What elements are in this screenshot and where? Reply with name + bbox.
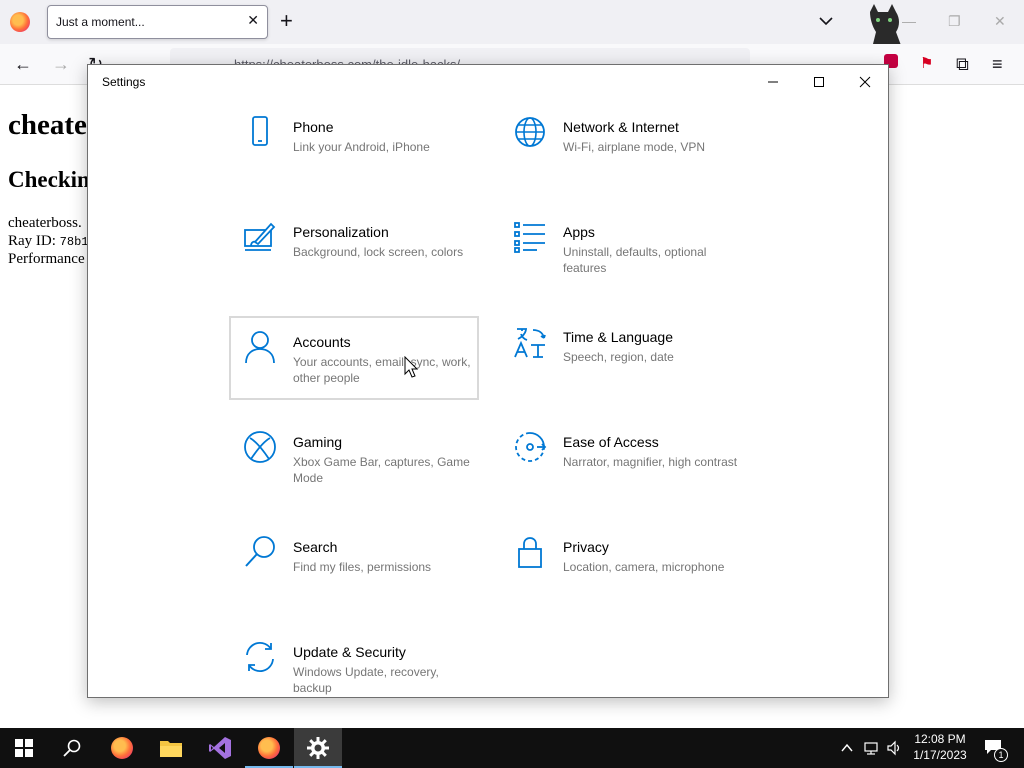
back-arrow-icon[interactable]: ← (14, 54, 32, 74)
tile-title: Search (293, 539, 338, 555)
system-clock[interactable]: 12:08 PM 1/17/2023 (908, 731, 972, 763)
ease-of-access-icon (515, 432, 547, 462)
tile-title: Network & Internet (563, 119, 679, 135)
tile-title: Personalization (293, 224, 389, 240)
taskbar-search-button[interactable] (48, 728, 96, 768)
page-line-ray-id: Ray ID: 78b1 (8, 233, 88, 250)
new-tab-button[interactable]: + (280, 9, 293, 33)
tile-time-language[interactable]: Time & Language Speech, region, date (499, 321, 749, 405)
taskbar-firefox-window[interactable] (245, 728, 293, 768)
minimize-button[interactable] (750, 65, 796, 99)
mouse-cursor-icon (404, 356, 418, 378)
settings-window: Settings Phone Link your Android, iPhone… (87, 64, 889, 698)
tile-title: Apps (563, 224, 595, 240)
tile-title: Ease of Access (563, 434, 659, 450)
settings-titlebar[interactable]: Settings (88, 65, 888, 99)
extension-red-icon[interactable]: ⚑ (920, 54, 933, 74)
start-button[interactable] (0, 728, 48, 768)
taskbar-settings[interactable] (294, 728, 342, 768)
tile-description: Speech, region, date (563, 350, 674, 364)
tile-description: Narrator, magnifier, high contrast (563, 455, 738, 469)
tile-update-security[interactable]: Update & Security Windows Update, recove… (229, 636, 479, 697)
page-line-performance: Performance (8, 251, 85, 267)
tab-strip: Just a moment... ✕ + — ❐ ✕ (0, 0, 1024, 68)
apps-list-icon (514, 222, 545, 253)
tile-ease-of-access[interactable]: Ease of Access Narrator, magnifier, high… (499, 426, 749, 510)
page-subheading: Checkin (8, 167, 90, 192)
tile-network-internet[interactable]: Network & Internet Wi-Fi, airplane mode,… (499, 111, 749, 195)
tile-title: Time & Language (563, 329, 673, 345)
tile-description: Windows Update, recovery, backup (293, 665, 439, 695)
menu-hamburger-icon[interactable]: ≡ (992, 54, 1003, 74)
tile-title: Privacy (563, 539, 609, 555)
tile-apps[interactable]: Apps Uninstall, defaults, optional featu… (499, 216, 749, 300)
tile-description: Uninstall, defaults, optional features (563, 245, 707, 275)
taskbar-file-explorer[interactable] (147, 728, 195, 768)
forward-arrow-icon[interactable]: → (52, 54, 70, 74)
tile-title: Phone (293, 119, 334, 135)
visual-studio-icon (209, 737, 231, 759)
tile-gaming[interactable]: Gaming Xbox Game Bar, captures, Game Mod… (229, 426, 479, 510)
taskbar: 12:08 PM 1/17/2023 1 (0, 728, 1024, 768)
close-tab-icon[interactable]: ✕ (247, 12, 259, 29)
clock-time: 12:08 PM (914, 732, 966, 746)
page-heading: cheate (8, 109, 87, 141)
tile-description: Location, camera, microphone (563, 560, 725, 574)
search-icon (63, 739, 81, 757)
gear-icon (307, 737, 329, 759)
windows-logo-icon (15, 739, 33, 757)
tile-title: Gaming (293, 434, 343, 450)
tile-personalization[interactable]: Personalization Background, lock screen,… (229, 216, 479, 300)
tile-privacy[interactable]: Privacy Location, camera, microphone (499, 531, 749, 615)
time-language-icon (514, 328, 546, 358)
volume-icon[interactable] (886, 740, 902, 756)
taskbar-visual-studio[interactable] (196, 728, 244, 768)
ray-id-label: Ray ID: (8, 233, 60, 249)
tile-description: Find my files, permissions (293, 560, 432, 574)
person-icon (245, 331, 275, 364)
firefox-icon (111, 737, 133, 759)
tile-accounts[interactable]: Accounts Your accounts, email, sync, wor… (229, 316, 479, 400)
maximize-button[interactable] (796, 65, 842, 99)
tile-phone[interactable]: Phone Link your Android, iPhone (229, 111, 479, 195)
notification-center-button[interactable]: 1 (980, 728, 1020, 768)
globe-icon (515, 117, 545, 147)
tile-description: Link your Android, iPhone (293, 140, 430, 154)
taskbar-firefox[interactable] (98, 728, 146, 768)
extensions-puzzle-icon[interactable]: ⧉ (956, 54, 969, 74)
tile-title: Update & Security (293, 644, 406, 660)
xbox-icon (244, 431, 276, 463)
lock-icon (518, 537, 542, 568)
chevron-down-icon[interactable] (816, 11, 836, 31)
window-title: Settings (102, 75, 146, 89)
browser-close-icon[interactable]: ✕ (994, 13, 1006, 30)
tile-description: Wi-Fi, airplane mode, VPN (563, 140, 706, 154)
update-icon (246, 642, 274, 672)
browser-restore-icon[interactable]: ❐ (948, 13, 961, 30)
phone-icon (252, 116, 268, 146)
notification-count-badge: 1 (994, 748, 1008, 762)
search-icon (245, 536, 275, 567)
firefox-logo-icon (10, 12, 30, 32)
page-line-domain: cheaterboss. (8, 215, 82, 231)
minimize-icon (768, 81, 778, 83)
paint-brush-icon (244, 222, 276, 251)
tab-title: Just a moment... (56, 15, 145, 29)
tile-description: Background, lock screen, colors (293, 245, 464, 259)
firefox-icon (258, 737, 280, 759)
tile-description: Your accounts, email, sync, work, other … (293, 355, 471, 385)
close-button[interactable] (842, 65, 888, 99)
ray-id-value: 78b1 (59, 235, 89, 249)
maximize-icon (814, 77, 824, 87)
show-hidden-icons-chevron-icon[interactable] (839, 740, 855, 756)
clock-date: 1/17/2023 (913, 748, 967, 762)
tile-search[interactable]: Search Find my files, permissions (229, 531, 479, 615)
network-icon[interactable] (863, 740, 879, 756)
close-icon (859, 76, 871, 88)
folder-icon (160, 741, 182, 757)
tile-description: Xbox Game Bar, captures, Game Mode (293, 455, 470, 485)
browser-tab[interactable]: Just a moment... ✕ (47, 5, 268, 39)
tile-title: Accounts (293, 334, 351, 350)
